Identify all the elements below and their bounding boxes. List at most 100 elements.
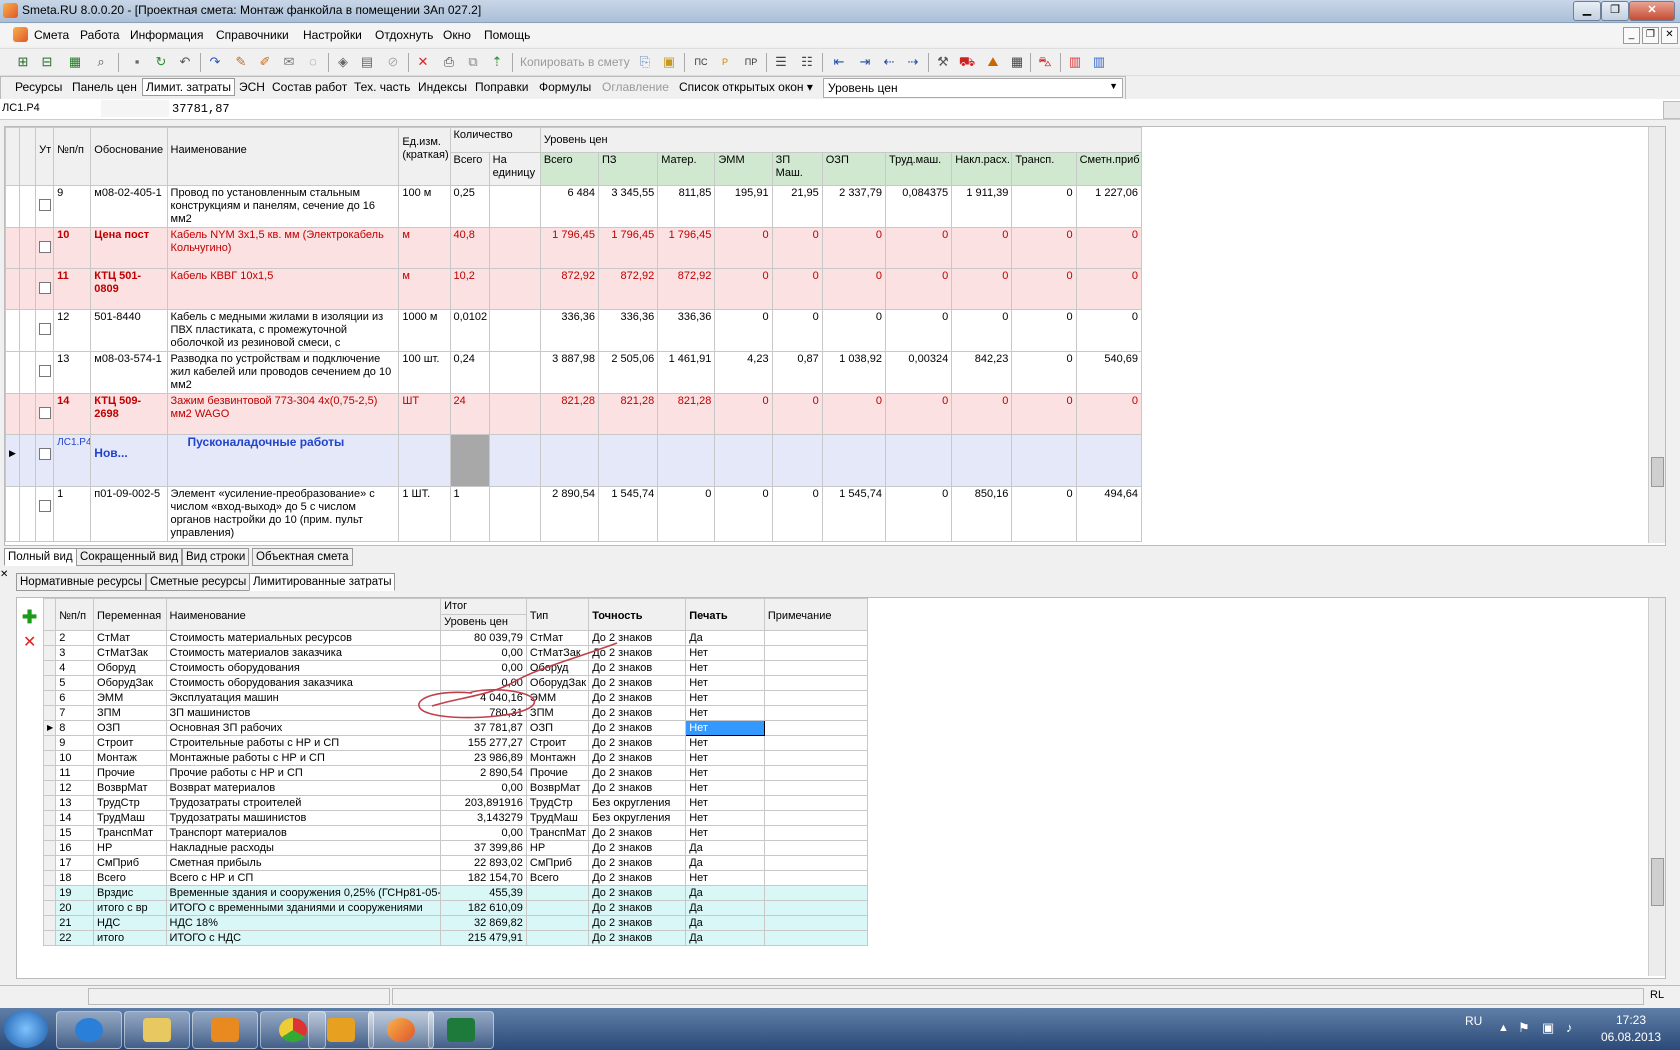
row-level-value[interactable]: 0 (884, 309, 953, 352)
row-level-value[interactable]: 0 (821, 393, 886, 435)
mdi-restore-button[interactable]: ❐ (1642, 27, 1659, 44)
cost-name[interactable]: Сметная прибыль (165, 855, 442, 871)
row-level-value[interactable] (539, 434, 600, 487)
row-level-value[interactable]: 0,00324 (884, 351, 953, 394)
cost-row-indicator[interactable] (42, 900, 57, 916)
cost-num[interactable]: 20 (55, 900, 95, 916)
row-level-value[interactable]: 1 545,74 (597, 486, 659, 542)
row-checkbox[interactable] (39, 323, 52, 335)
cost-row-indicator[interactable] (42, 840, 57, 856)
row-level-value[interactable]: 821,28 (539, 393, 600, 435)
row-basis[interactable]: м08-03-574-1 (90, 351, 168, 394)
row-checkbox[interactable] (39, 282, 52, 294)
undo-icon[interactable]: ↶ (176, 53, 194, 71)
taskbar-outlook[interactable] (308, 1011, 374, 1049)
row-level-value[interactable]: 21,95 (771, 185, 823, 228)
list-edit-icon[interactable]: ☷ (798, 53, 816, 71)
cost-row-indicator[interactable] (42, 915, 57, 931)
cost-value[interactable]: 215 479,91 (440, 930, 527, 946)
cost-variable[interactable]: СмПриб (93, 855, 167, 871)
restore-button[interactable]: ❐ (1601, 1, 1629, 21)
paste-icon[interactable]: ⎘ (636, 53, 654, 71)
menu-otdohnut[interactable]: Отдохнуть (375, 28, 433, 42)
row-basis[interactable]: КТЦ 509-2698 (90, 393, 168, 435)
cost-note[interactable] (763, 840, 869, 856)
header-level-col[interactable]: ОЗП (821, 152, 886, 186)
cost-type[interactable]: Всего (525, 870, 590, 886)
row-level-value[interactable]: 1 461,91 (657, 351, 716, 394)
tab-short-view[interactable]: Сокращенный вид (76, 548, 183, 566)
header-qty-per[interactable]: На единицу (488, 152, 541, 186)
pc-icon[interactable]: ПС (692, 53, 710, 71)
cost-precision[interactable]: До 2 знаков (588, 825, 687, 841)
books-blue-icon[interactable]: ▥ (1090, 53, 1108, 71)
row-qty-total[interactable]: 0,0102 (449, 309, 490, 352)
cost-name[interactable]: НДС 18% (165, 915, 442, 931)
tab-resources[interactable]: Ресурсы (15, 80, 62, 94)
clock-time[interactable]: 17:23 (1601, 1013, 1661, 1027)
row-checkbox[interactable] (39, 199, 52, 211)
cost-type[interactable] (525, 900, 590, 916)
row-qty-per[interactable] (488, 185, 541, 228)
menu-rabota[interactable]: Работа (80, 28, 120, 42)
car-icon[interactable]: ⛍ (1036, 53, 1054, 71)
edit-doc-icon[interactable]: ✐ (256, 53, 274, 71)
cost-note[interactable] (763, 750, 869, 766)
lower-vertical-scrollbar[interactable] (1648, 598, 1665, 976)
cost-type[interactable] (525, 915, 590, 931)
row-checkbox[interactable] (39, 448, 52, 460)
row-checkbox[interactable] (39, 365, 52, 377)
cost-type[interactable] (525, 885, 590, 901)
row-level-value[interactable]: 0 (714, 268, 773, 310)
row-level-value[interactable]: 0 (884, 486, 953, 542)
row-level-value[interactable] (657, 434, 716, 487)
delete-icon[interactable]: ✕ (414, 53, 432, 71)
row-unit[interactable]: м (398, 227, 451, 269)
row-level-value[interactable]: 0 (821, 227, 886, 269)
tab-normative-resources[interactable]: Нормативные ресурсы (16, 573, 146, 591)
row-level-value[interactable]: 842,23 (951, 351, 1013, 394)
cost-value[interactable]: 182 154,70 (440, 870, 527, 886)
menu-pomosh[interactable]: Помощь (484, 28, 530, 42)
row-qty-per[interactable] (488, 434, 541, 487)
row-unit[interactable]: 100 шт. (398, 351, 451, 394)
cost-variable[interactable]: НДС (93, 915, 167, 931)
row-level-value[interactable]: 0 (821, 309, 886, 352)
taskbar-smeta[interactable] (368, 1011, 434, 1049)
tab-esn[interactable]: ЭСН (239, 80, 265, 94)
row-level-value[interactable]: 4,23 (714, 351, 773, 394)
row-level-value[interactable]: 0 (714, 309, 773, 352)
close-button[interactable]: ✕ (1629, 1, 1675, 21)
row-unit[interactable]: 100 м (398, 185, 451, 228)
tab-full-view[interactable]: Полный вид (4, 548, 77, 566)
cost-print[interactable]: Да (685, 915, 765, 931)
row-level-value[interactable]: 2 890,54 (539, 486, 600, 542)
row-qty-per[interactable] (488, 268, 541, 310)
tree-icon[interactable]: ⊞ (14, 53, 32, 71)
clipboard-icon[interactable]: ▣ (660, 53, 678, 71)
cost-num[interactable]: 14 (55, 810, 95, 826)
cost-row-indicator[interactable] (42, 825, 57, 841)
move-left-icon[interactable]: ⇠ (880, 53, 898, 71)
row-level-value[interactable]: 0 (1011, 309, 1077, 352)
row-level-value[interactable]: 0 (1075, 268, 1143, 310)
row-level-value[interactable]: 2 337,79 (821, 185, 886, 228)
cost-precision[interactable]: До 2 знаков (588, 870, 687, 886)
row-level-value[interactable] (951, 434, 1013, 487)
row-checkbox[interactable] (39, 241, 52, 253)
header-level-col[interactable]: Труд.маш. (884, 152, 953, 186)
menu-okno[interactable]: Окно (443, 28, 471, 42)
row-level-value[interactable]: 0 (884, 227, 953, 269)
upper-vertical-scrollbar[interactable] (1648, 127, 1665, 543)
row-level-value[interactable]: 872,92 (597, 268, 659, 310)
cost-value[interactable]: 455,39 (440, 885, 527, 901)
cost-value[interactable]: 37 399,86 (440, 840, 527, 856)
row-qty-total[interactable]: 1 (449, 486, 490, 542)
estimate-row[interactable]: 13 м08-03-574-1 Разводка по устройствам и … (5, 351, 1143, 394)
cost-print[interactable]: Да (685, 855, 765, 871)
header-num[interactable]: №п/п (53, 127, 92, 186)
cost-row-indicator[interactable] (42, 870, 57, 886)
cost-print[interactable]: Да (685, 930, 765, 946)
cost-note[interactable] (763, 900, 869, 916)
cost-note[interactable] (763, 870, 869, 886)
